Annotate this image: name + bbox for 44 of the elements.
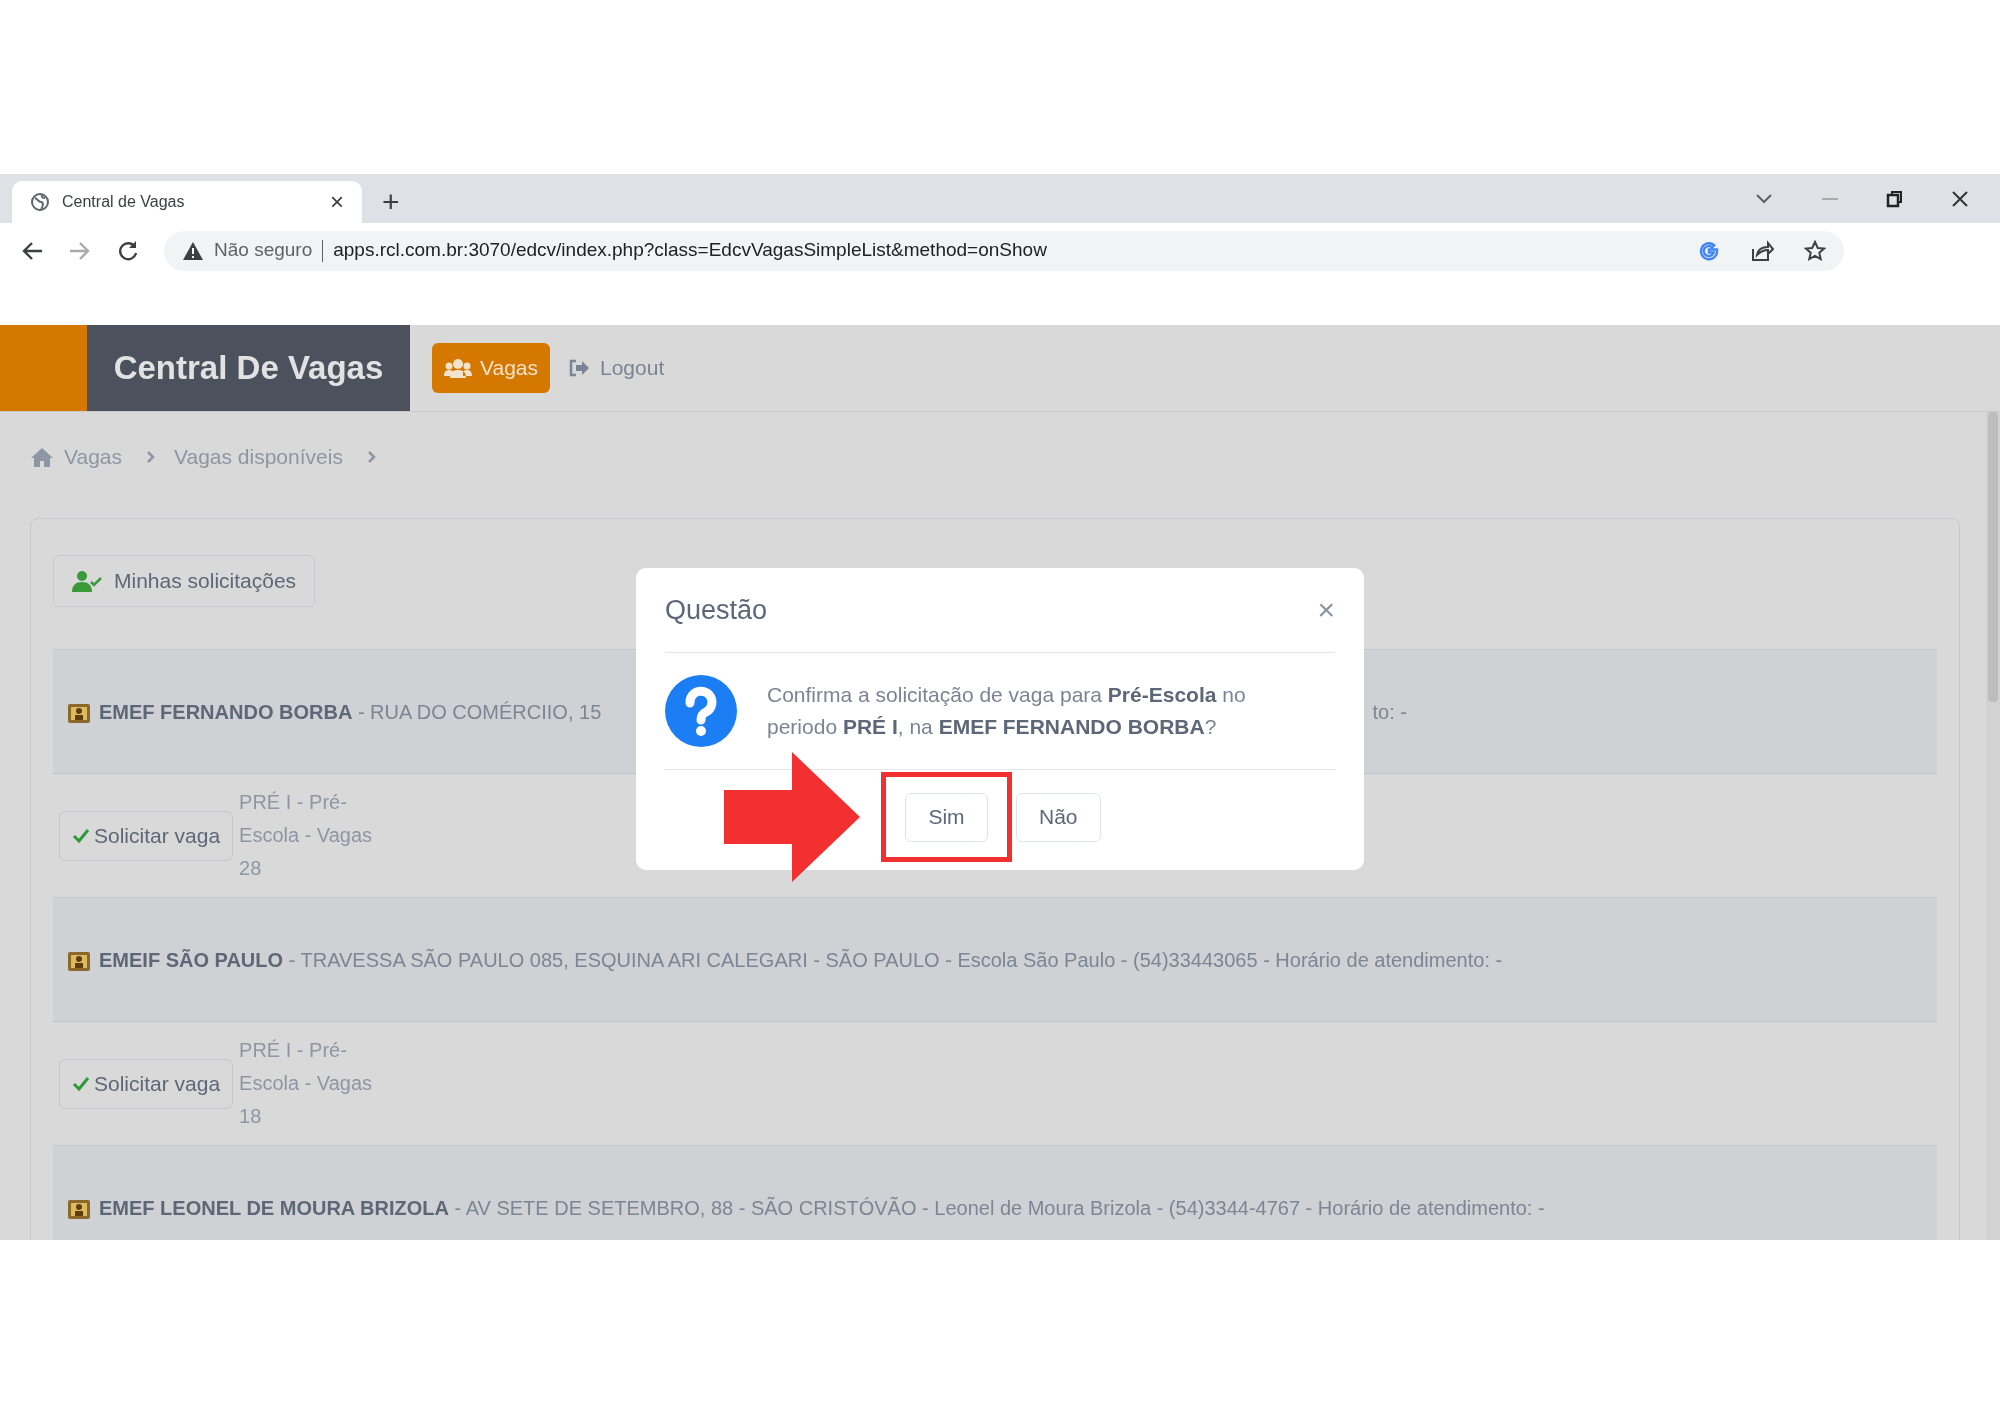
vacancy-info: PRÉ I - Pré-Escola - Vagas 28 [239,790,374,881]
globe-icon [30,192,50,212]
tab-title: Central de Vagas [62,192,186,212]
new-tab-button[interactable]: + [382,187,400,217]
sign-out-icon [568,358,590,378]
close-button[interactable]: × [1317,595,1335,625]
check-icon [72,1075,90,1092]
school-details: EMEF LEONEL DE MOURA BRIZOLA - AV SETE DE SETEMBRO, 88 - SÃO CRISTÓVÃO - Leonel de Moura Brizola - (54)3344-4767 - Horário de atendimento: - [99,1195,1545,1221]
my-requests-button[interactable]: Minhas solicitações [53,555,316,607]
dialog-title: Questão [665,593,768,627]
school-details: to: - [1372,699,1407,725]
dialog-button[interactable]: Sim [905,792,988,842]
check-icon [72,827,90,844]
google-icon[interactable] [1698,239,1720,262]
share-icon[interactable] [1750,239,1774,262]
warning-icon [182,240,204,261]
back-arrow-icon[interactable] [20,239,44,262]
chevron-right-icon [146,450,156,464]
star-icon[interactable] [1804,239,1826,262]
nav-link[interactable]: Vagas [432,343,550,393]
user-check-icon [72,570,102,592]
url-text: apps.rcl.com.br:3070/edcv/index.php?class=EdcvVagasSimpleList&method=onShow [333,238,1048,263]
chevron-right-icon [366,450,377,464]
chevron-down-icon[interactable] [1754,191,1774,206]
school-details: EMEIF SÃO PAULO - TRAVESSA SÃO PAULO 085, ESQUINA ARI CALEGARI - SÃO PAULO - Escola São Paulo - (54)33443065 - Horário de atendimento: - [99,947,1503,973]
restore-icon[interactable] [1886,189,1904,208]
browser-tab[interactable]: Central de Vagas × [12,181,362,223]
nav-link[interactable]: Logout [564,343,669,393]
request-button[interactable]: Solicitar vaga [59,1058,234,1109]
close-icon[interactable] [1950,188,1970,209]
brand-title: Central De Vagas [113,348,384,389]
vacancy-info: PRÉ I - Pré-Escola - Vagas 18 [239,1038,374,1129]
dialog-message: Confirma a solicitação de vaga para Pré-Escola no periodo PRÉ I, na EMEF FERNANDO BORBA? [767,682,1247,740]
breadcrumb-link[interactable]: Vagas disponíveis [174,441,343,473]
request-button[interactable]: Solicitar vaga [59,810,234,861]
dialog-button[interactable]: Não [1016,792,1101,842]
security-label: Não seguro [214,238,313,263]
school-details: EMEF FERNANDO BORBA - RUA DO COMÉRCIIO, 15 [99,699,602,725]
address-bar[interactable]: Não seguro apps.rcl.com.br:3070/edcv/index.php?class=EdcvVagasSimpleList&method=onShow [164,230,1844,271]
breadcrumb-link[interactable]: Vagas [64,441,122,473]
users-icon [444,358,472,378]
close-tab-button[interactable]: × [330,190,344,214]
home-icon [30,447,54,467]
question-icon [665,675,737,747]
